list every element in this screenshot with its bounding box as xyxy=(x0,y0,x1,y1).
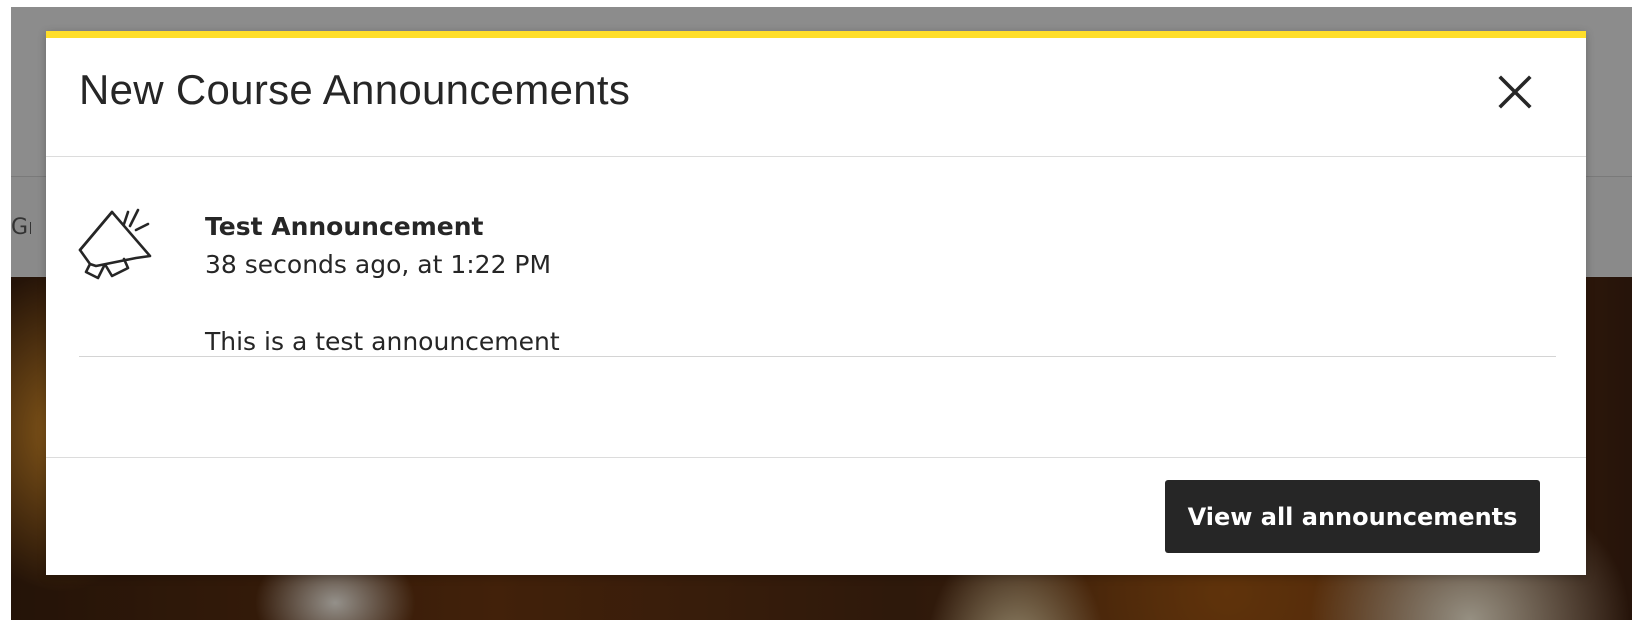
announcement-item: Test Announcement 38 seconds ago, at 1:2… xyxy=(76,176,1553,386)
megaphone-icon xyxy=(78,208,152,280)
view-all-announcements-button[interactable]: View all announcements xyxy=(1165,480,1540,553)
footer-divider xyxy=(46,457,1586,458)
announcement-divider xyxy=(79,356,1556,357)
background-nav-label: Gra xyxy=(11,215,31,240)
announcement-timestamp: 38 seconds ago, at 1:22 PM xyxy=(205,250,552,279)
announcement-title[interactable]: Test Announcement xyxy=(205,212,483,241)
announcements-modal: New Course Announcements Test Announceme… xyxy=(46,31,1586,575)
announcement-body: This is a test announcement xyxy=(205,327,560,356)
close-button[interactable] xyxy=(1492,69,1538,115)
modal-title: New Course Announcements xyxy=(79,66,631,113)
modal-accent-bar xyxy=(46,31,1586,38)
close-icon xyxy=(1498,75,1532,109)
header-divider xyxy=(46,156,1586,157)
